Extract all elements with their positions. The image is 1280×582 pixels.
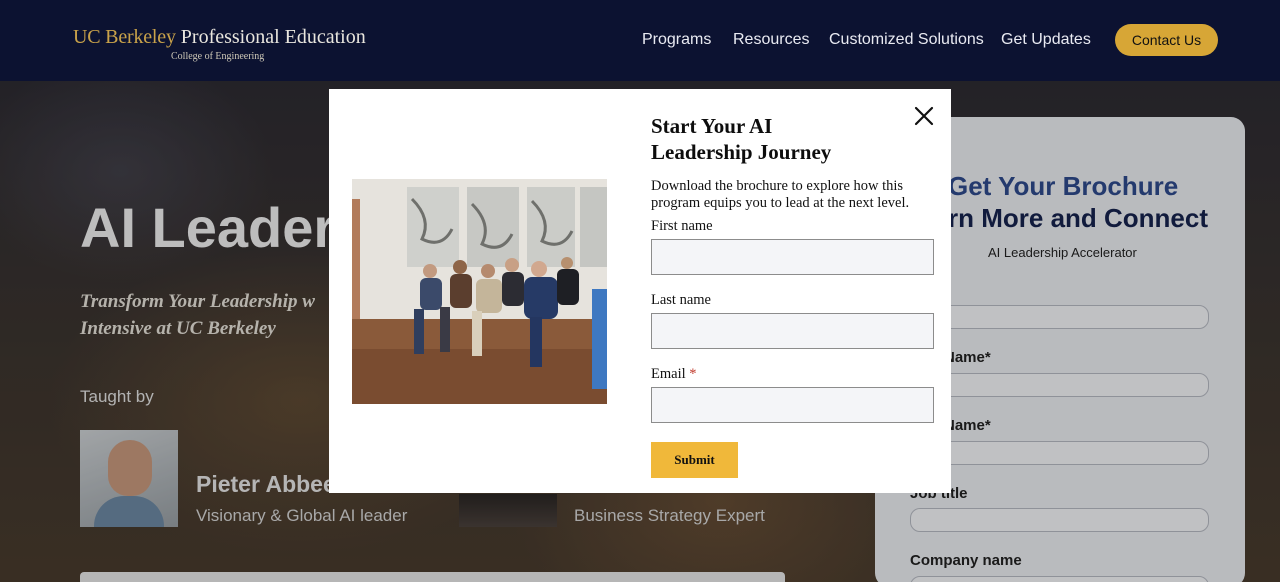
site-header: UC Berkeley Professional Education Colle… — [0, 0, 1280, 81]
classroom-photo-illustration — [352, 179, 607, 404]
email-input[interactable] — [651, 387, 934, 423]
nav-customized-solutions[interactable]: Customized Solutions — [829, 31, 984, 49]
email-label-text: Email — [651, 366, 686, 382]
close-icon[interactable] — [912, 104, 936, 128]
uc-berkeley-logo[interactable]: UC Berkeley Professional Education Colle… — [73, 26, 366, 62]
first-name-input[interactable] — [651, 239, 934, 275]
last-name-label: Last name — [651, 292, 711, 309]
logo-subtitle: College of Engineering — [171, 51, 265, 62]
modal-description: Download the brochure to explore how thi… — [651, 178, 910, 211]
classroom-photo — [352, 179, 607, 404]
email-label: Email * — [651, 366, 697, 383]
submit-button[interactable]: Submit — [651, 442, 738, 478]
brochure-modal: Start Your AI Leadership Journey Downloa… — [329, 89, 951, 493]
nav-programs[interactable]: Programs — [642, 31, 711, 49]
nav-resources[interactable]: Resources — [733, 31, 809, 49]
contact-us-button[interactable]: Contact Us — [1115, 24, 1218, 56]
required-asterisk: * — [689, 366, 697, 382]
first-name-label-text: First name — [651, 218, 713, 234]
first-name-label: First name — [651, 218, 713, 235]
last-name-input[interactable] — [651, 313, 934, 349]
last-name-label-text: Last name — [651, 292, 711, 308]
nav-get-updates[interactable]: Get Updates — [1001, 31, 1091, 49]
modal-title: Start Your AI Leadership Journey — [651, 114, 832, 164]
logo-name: Professional Education — [175, 26, 366, 48]
close-icon-glyph — [914, 106, 934, 126]
logo-brand: UC Berkeley — [73, 26, 176, 48]
